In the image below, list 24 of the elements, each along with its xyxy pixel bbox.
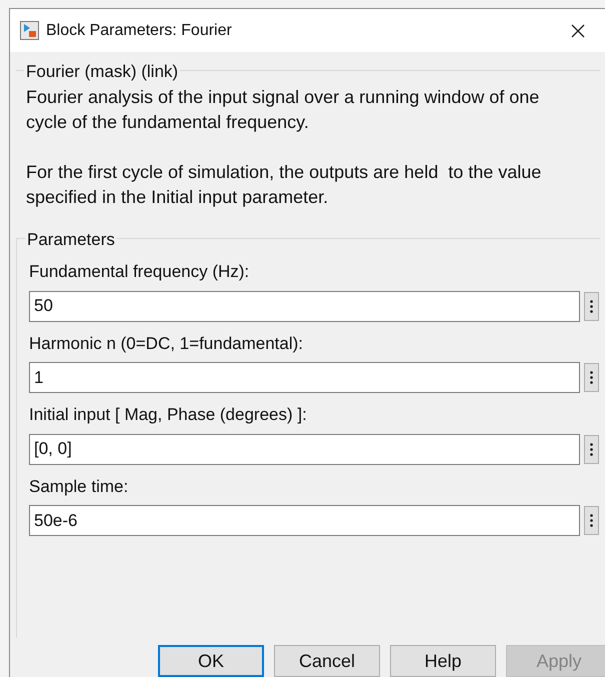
dialog-button[interactable]: Help xyxy=(390,645,496,677)
more-icon xyxy=(590,300,593,312)
dialog-button[interactable]: OK xyxy=(158,645,264,677)
input-field[interactable]: 50e-6 xyxy=(29,505,580,536)
more-options-button[interactable] xyxy=(584,363,599,392)
more-options-button[interactable] xyxy=(584,292,599,320)
field-label: Harmonic n (0=DC, 1=fundamental): xyxy=(29,332,304,354)
input-field[interactable]: 50 xyxy=(29,290,580,322)
description-text: Fourier analysis of the input signal over a running window of one cycle of the fundamental frequency. xyxy=(26,86,540,134)
field-label: Initial input [ Mag, Phase (degrees) ]: xyxy=(29,404,308,426)
field-label: Sample time: xyxy=(29,476,130,498)
close-icon[interactable] xyxy=(571,24,585,38)
more-icon xyxy=(590,371,593,384)
more-icon xyxy=(590,442,593,456)
dialog-button[interactable]: Cancel xyxy=(274,645,380,677)
input-field[interactable]: [0, 0] xyxy=(29,434,580,464)
window-title: Block Parameters: Fourier xyxy=(46,20,232,40)
block-icon xyxy=(20,21,39,40)
more-options-button[interactable] xyxy=(584,506,599,535)
input-field[interactable]: 1 xyxy=(29,362,580,393)
more-icon xyxy=(590,514,593,527)
description-text: For the first cycle of simulation, the outputs are held to the value specified in the Initial input parameter. xyxy=(26,161,542,209)
more-options-button[interactable] xyxy=(584,434,599,464)
field-label: Fundamental frequency (Hz): xyxy=(29,261,250,283)
